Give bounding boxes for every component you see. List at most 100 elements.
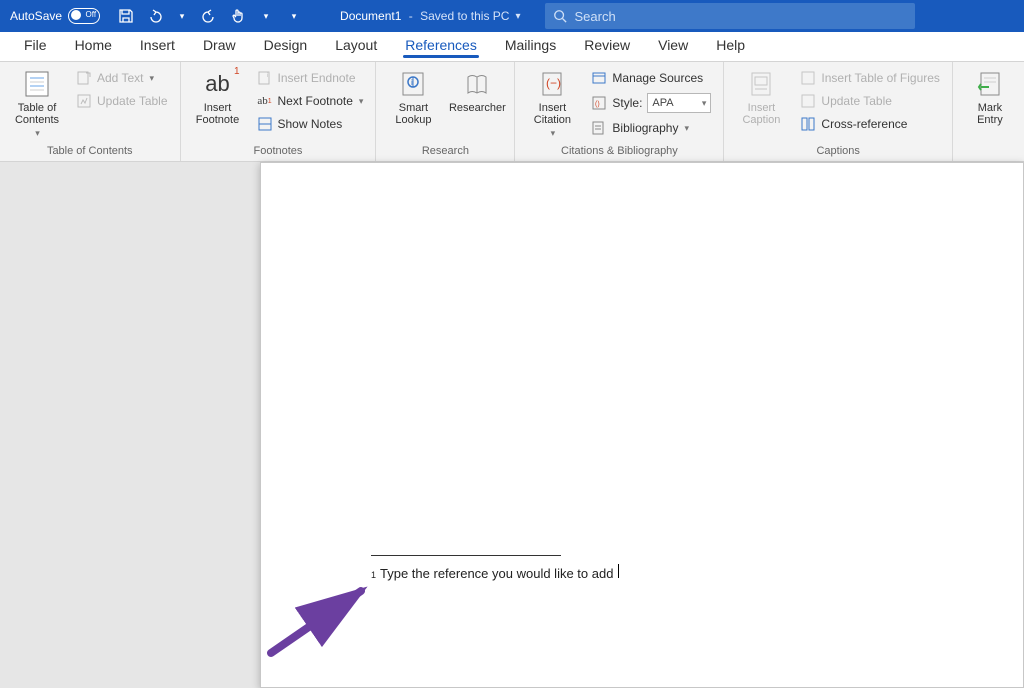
touch-mode-dropdown[interactable]: ▾: [256, 6, 276, 26]
smart-lookup-button[interactable]: i Smart Lookup: [384, 66, 442, 126]
document-title-area[interactable]: Document1 - Saved to this PC ▾: [310, 9, 534, 23]
tab-home[interactable]: Home: [61, 31, 126, 61]
table-of-contents-label: Table of Contents: [15, 102, 59, 126]
annotation-arrow-icon: [261, 583, 381, 663]
touch-mode-button[interactable]: [228, 6, 248, 26]
smart-lookup-icon: i: [397, 68, 429, 100]
add-text-icon: [76, 70, 92, 86]
autosave-control[interactable]: AutoSave Off: [0, 8, 110, 24]
autosave-toggle[interactable]: Off: [68, 8, 100, 24]
researcher-icon: [461, 68, 493, 100]
svg-text:i: i: [267, 73, 268, 79]
group-label: Table of Contents: [8, 142, 172, 161]
save-status: Saved to this PC: [420, 9, 509, 23]
tab-design[interactable]: Design: [250, 31, 322, 61]
search-input[interactable]: [575, 9, 915, 24]
chevron-down-icon: ▾: [551, 128, 556, 139]
chevron-down-icon: ▾: [684, 123, 689, 134]
chevron-down-icon: ▾: [149, 73, 154, 84]
insert-caption-icon: [745, 68, 777, 100]
undo-button[interactable]: [144, 6, 164, 26]
group-captions: Insert Caption Insert Table of Figures U…: [724, 62, 953, 161]
insert-tof-button[interactable]: Insert Table of Figures: [796, 68, 944, 88]
group-table-of-contents: Table of Contents ▾ Add Text▾ Update Tab…: [0, 62, 181, 161]
ribbon: Table of Contents ▾ Add Text▾ Update Tab…: [0, 62, 1024, 162]
svg-text:(−): (−): [546, 76, 561, 90]
qat-customize-button[interactable]: ▾: [284, 6, 304, 26]
chevron-down-icon: ▾: [702, 98, 707, 109]
group-label: Citations & Bibliography: [523, 142, 715, 161]
tab-references[interactable]: References: [391, 31, 491, 61]
group-index: Mark Entry Insert Index Update Index Ind…: [953, 62, 1024, 161]
manage-sources-icon: [591, 70, 607, 86]
tab-layout[interactable]: Layout: [321, 31, 391, 61]
chevron-down-icon: ▾: [35, 128, 40, 139]
footnote-number: 1: [371, 570, 376, 580]
text-cursor: [618, 564, 619, 578]
group-citations: (−) Insert Citation ▾ Manage Sources () …: [515, 62, 724, 161]
endnote-icon: i: [257, 70, 273, 86]
footnote-entry[interactable]: 1 Type the reference you would like to a…: [371, 564, 791, 581]
table-of-contents-icon: [21, 68, 53, 100]
group-footnotes: ab1 Insert Footnote i Insert Endnote ab1…: [181, 62, 377, 161]
footnote-text: Type the reference you would like to add: [380, 566, 613, 581]
update-table-captions-button[interactable]: Update Table: [796, 91, 944, 111]
cross-reference-icon: [800, 116, 816, 132]
quick-access-toolbar: ▾ ▾ ▾: [110, 6, 310, 26]
mark-entry-icon: [974, 68, 1006, 100]
svg-text:i: i: [411, 78, 413, 87]
document-page[interactable]: 1 Type the reference you would like to a…: [260, 162, 1024, 688]
update-icon: [800, 93, 816, 109]
update-table-button[interactable]: Update Table: [72, 91, 172, 111]
researcher-label: Researcher: [449, 102, 506, 114]
bibliography-icon: [591, 120, 607, 136]
group-label: Index: [961, 142, 1024, 161]
insert-caption-label: Insert Caption: [742, 102, 780, 126]
undo-dropdown[interactable]: ▾: [172, 6, 192, 26]
autosave-label: AutoSave: [10, 9, 62, 23]
insert-citation-label: Insert Citation: [534, 102, 571, 126]
tab-mailings[interactable]: Mailings: [491, 31, 570, 61]
save-icon[interactable]: [116, 6, 136, 26]
next-footnote-icon: ab1: [257, 93, 273, 109]
chevron-down-icon: ▾: [515, 11, 520, 22]
show-notes-button[interactable]: Show Notes: [253, 114, 368, 134]
group-research: i Smart Lookup Researcher Research: [376, 62, 515, 161]
ribbon-tabs: File Home Insert Draw Design Layout Refe…: [0, 32, 1024, 62]
style-icon: (): [591, 95, 607, 111]
redo-button[interactable]: [200, 6, 220, 26]
add-text-button[interactable]: Add Text▾: [72, 68, 172, 88]
insert-citation-icon: (−): [536, 68, 568, 100]
style-dropdown[interactable]: APA▾: [647, 93, 711, 113]
tab-view[interactable]: View: [644, 31, 702, 61]
bibliography-button[interactable]: Bibliography▾: [587, 118, 715, 138]
tab-review[interactable]: Review: [570, 31, 644, 61]
insert-caption-button[interactable]: Insert Caption: [732, 66, 790, 134]
researcher-button[interactable]: Researcher: [448, 66, 506, 126]
footnote-area[interactable]: 1 Type the reference you would like to a…: [371, 555, 791, 581]
title-bar: AutoSave Off ▾ ▾ ▾ Document1 - Saved to …: [0, 0, 1024, 32]
tab-help[interactable]: Help: [702, 31, 759, 61]
tab-insert[interactable]: Insert: [126, 31, 189, 61]
cross-reference-button[interactable]: Cross-reference: [796, 114, 944, 134]
document-workspace: 1 Type the reference you would like to a…: [0, 162, 1024, 688]
table-of-contents-button[interactable]: Table of Contents ▾: [8, 66, 66, 139]
svg-text:(): (): [595, 101, 600, 108]
document-name: Document1: [340, 9, 401, 23]
footnote-separator: [371, 555, 561, 556]
manage-sources-button[interactable]: Manage Sources: [587, 68, 715, 88]
insert-footnote-icon: ab1: [202, 68, 234, 100]
group-label: Captions: [732, 142, 944, 161]
search-box[interactable]: [545, 3, 915, 29]
next-footnote-button[interactable]: ab1 Next Footnote▾: [253, 91, 368, 111]
mark-entry-label: Mark Entry: [977, 102, 1003, 126]
group-label: Research: [384, 142, 506, 161]
tab-file[interactable]: File: [10, 31, 61, 61]
insert-footnote-button[interactable]: ab1 Insert Footnote: [189, 66, 247, 134]
citation-style-selector[interactable]: () Style: APA▾: [587, 91, 715, 115]
insert-endnote-button[interactable]: i Insert Endnote: [253, 68, 368, 88]
tab-draw[interactable]: Draw: [189, 31, 250, 61]
mark-entry-button[interactable]: Mark Entry: [961, 66, 1019, 126]
insert-citation-button[interactable]: (−) Insert Citation ▾: [523, 66, 581, 139]
chevron-down-icon: ▾: [359, 96, 364, 107]
